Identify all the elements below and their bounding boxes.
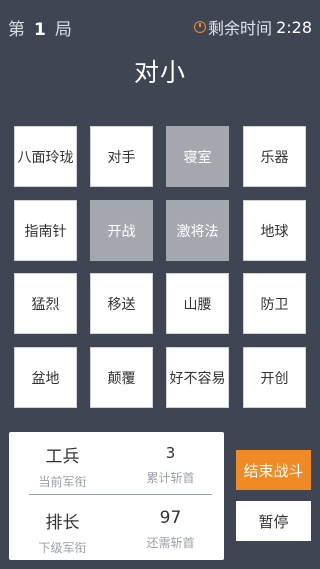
word-tile[interactable]: 颠覆 (90, 347, 153, 408)
current-rank-value: 工兵 (45, 447, 80, 467)
word-tile[interactable]: 激将法 (166, 200, 229, 261)
word-tile[interactable]: 指南针 (14, 200, 77, 261)
word-board: 八面玲珑 对手 寝室 乐器 指南针 开战 激将法 地球 猛烈 移送 山腰 防卫 … (14, 126, 306, 408)
word-tile[interactable]: 开创 (243, 347, 306, 408)
stats-divider (29, 494, 212, 495)
total-kills: 3 累计斩首 (117, 444, 224, 486)
stats-panel: 工兵 当前军衔 3 累计斩首 排长 下级军衔 97 还需斩首 (9, 432, 224, 560)
word-tile[interactable]: 乐器 (243, 126, 306, 187)
word-tile[interactable]: 对手 (90, 126, 153, 187)
end-battle-button[interactable]: 结束战斗 (236, 450, 311, 490)
needed-kills: 97 还需斩首 (117, 508, 224, 551)
word-tile[interactable]: 寝室 (166, 126, 229, 187)
round-suffix: 局 (54, 20, 72, 40)
word-tile[interactable]: 好不容易 (166, 347, 229, 408)
round-indicator: 第1局 (8, 15, 72, 40)
clock-icon (194, 21, 207, 33)
needed-kills-value: 97 (159, 508, 182, 528)
word-tile[interactable]: 八面玲珑 (14, 126, 77, 187)
word-tile[interactable]: 地球 (243, 200, 306, 261)
total-kills-value: 3 (165, 444, 176, 462)
word-tile[interactable]: 防卫 (243, 273, 306, 334)
total-kills-label: 累计斩首 (146, 471, 195, 485)
prompt-word: 对小 (133, 58, 186, 87)
top-bar: 第1局 剩余时间 2:28 (0, 0, 320, 50)
next-rank: 排长 下级军衔 (9, 508, 116, 556)
word-tile[interactable]: 开战 (90, 200, 153, 261)
needed-kills-label: 还需斩首 (146, 536, 195, 550)
current-rank: 工兵 当前军衔 (9, 442, 116, 490)
pause-button[interactable]: 暂停 (236, 501, 311, 541)
next-rank-label: 下级军衔 (38, 541, 87, 555)
word-tile[interactable]: 猛烈 (14, 273, 77, 334)
word-tile[interactable]: 盆地 (14, 347, 77, 408)
timer-value: 2:28 (276, 17, 312, 37)
countdown-timer: 剩余时间 2:28 (194, 15, 312, 39)
round-prefix: 第 (8, 20, 25, 40)
current-rank-label: 当前军衔 (38, 475, 87, 489)
word-tile[interactable]: 山腰 (166, 273, 229, 334)
word-tile[interactable]: 移送 (90, 273, 153, 334)
timer-label: 剩余时间 (208, 19, 273, 38)
next-rank-value: 排长 (45, 513, 80, 533)
round-number: 1 (34, 20, 46, 40)
